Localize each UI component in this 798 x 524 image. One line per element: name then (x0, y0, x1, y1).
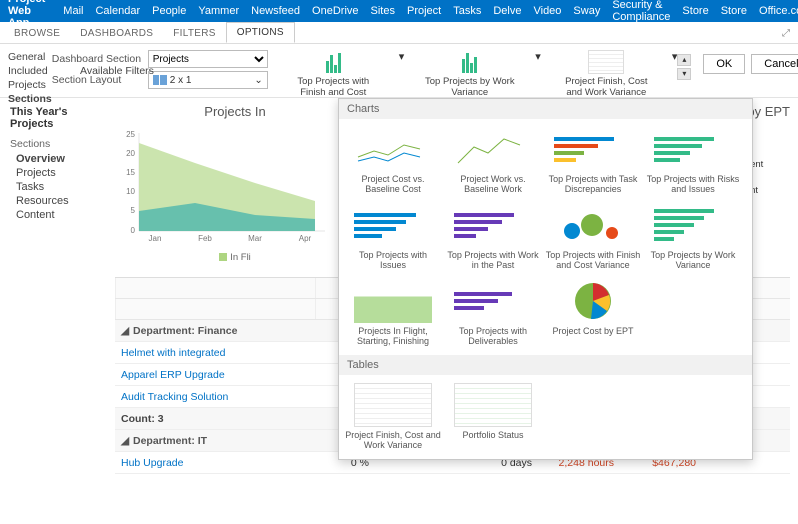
scroll-down-icon[interactable]: ▾ (677, 68, 691, 80)
svg-text:Feb: Feb (198, 234, 212, 243)
nav-project[interactable]: Project (407, 5, 441, 17)
sidebar-item-projects[interactable]: Projects (10, 166, 105, 180)
cancel-button[interactable]: Cancel (751, 54, 798, 74)
ribbon-tabs: BROWSE DASHBOARDS FILTERS OPTIONS ⤢ (0, 22, 798, 44)
nav-delve[interactable]: Delve (493, 5, 521, 17)
gallery-section-charts: Charts (339, 99, 752, 119)
nav-video[interactable]: Video (533, 5, 561, 17)
nav-calendar[interactable]: Calendar (95, 5, 140, 17)
grid-2x1-icon (153, 75, 167, 85)
sidebar: This Year's Projects Sections Overview P… (0, 98, 115, 524)
gallery-chart[interactable]: Top Projects with Deliverables (443, 277, 543, 353)
chart-picker-3[interactable]: Project Finish, Cost and Work Variance (559, 50, 654, 98)
section-layout-value: 2 x 1 (170, 75, 192, 86)
nav-security[interactable]: Security & Compliance (612, 0, 670, 23)
gallery-chart[interactable]: Project Cost by EPT (543, 277, 643, 353)
nav-sites[interactable]: Sites (371, 5, 395, 17)
ribbon-left-included[interactable]: Included Projects (8, 64, 52, 92)
sidebar-subhead: Sections (10, 138, 105, 150)
scroll-up-icon[interactable]: ▴ (677, 54, 691, 66)
content-area: Projects In 25 20 15 10 5 0 Jan Feb Mar (115, 98, 798, 524)
nav-people[interactable]: People (152, 5, 186, 17)
global-nav: Project Web App Mail Calendar People Yam… (0, 0, 798, 22)
chevron-down-icon[interactable]: ▾ (535, 50, 541, 63)
svg-text:5: 5 (131, 206, 136, 215)
svg-text:Apr: Apr (299, 234, 312, 243)
sidebar-item-resources[interactable]: Resources (10, 194, 105, 208)
ribbon-left-nav: General Available Filters Included Proje… (8, 50, 52, 91)
ribbon-left-sections[interactable]: Sections (8, 92, 52, 106)
expand-icon[interactable]: ⤢ (774, 24, 798, 43)
chart-gallery: Charts Project Cost vs. Baseline Cost Pr… (338, 98, 753, 460)
gallery-chart[interactable]: Top Projects by Work Variance (643, 201, 743, 277)
gallery-chart[interactable]: Top Projects with Task Discrepancies (543, 125, 643, 201)
ok-button[interactable]: OK (703, 54, 745, 74)
chart-left-title: Projects In (115, 104, 355, 119)
area-chart: 25 20 15 10 5 0 Jan Feb Mar Apr (115, 123, 335, 243)
ribbon-left-general[interactable]: General (8, 50, 52, 64)
chevron-down-icon[interactable]: ▾ (399, 50, 405, 63)
nav-office[interactable]: Office.com (759, 5, 798, 17)
nav-sway[interactable]: Sway (573, 5, 600, 17)
nav-onedrive[interactable]: OneDrive (312, 5, 358, 17)
nav-store-2[interactable]: Store (721, 5, 747, 17)
svg-text:15: 15 (126, 168, 135, 177)
ribbon-left-filters[interactable]: Available Filters (80, 64, 154, 78)
gallery-chart[interactable]: Projects In Flight, Starting, Finishing (343, 277, 443, 353)
sidebar-heading: This Year's Projects (10, 106, 105, 130)
tab-options[interactable]: OPTIONS (226, 22, 295, 43)
gallery-chart[interactable]: Top Projects with Finish and Cost Varian… (543, 201, 643, 277)
chart-picker-1-label: Top Projects with Finish and Cost (286, 76, 381, 98)
svg-text:20: 20 (126, 149, 135, 158)
svg-text:10: 10 (126, 187, 135, 196)
gallery-chart[interactable]: Top Projects with Risks and Issues (643, 125, 743, 201)
gallery-table[interactable]: Portfolio Status (443, 381, 543, 457)
svg-text:Mar: Mar (248, 234, 262, 243)
gallery-chart[interactable]: Project Cost vs. Baseline Cost (343, 125, 443, 201)
gallery-section-tables: Tables (339, 355, 752, 375)
sidebar-item-tasks[interactable]: Tasks (10, 180, 105, 194)
tab-dashboards[interactable]: DASHBOARDS (70, 24, 163, 43)
legend-in-flight: In Fli (230, 252, 251, 263)
nav-mail[interactable]: Mail (63, 5, 83, 17)
svg-text:0: 0 (131, 226, 136, 235)
svg-text:25: 25 (126, 130, 135, 139)
chart-picker-3-label: Project Finish, Cost and Work Variance (559, 76, 654, 98)
chart-picker-2-label: Top Projects by Work Variance (422, 76, 517, 98)
tab-filters[interactable]: FILTERS (163, 24, 225, 43)
gallery-chart[interactable]: Project Work vs. Baseline Work (443, 125, 543, 201)
chart-picker-2[interactable]: Top Projects by Work Variance (422, 50, 517, 98)
ribbon: General Available Filters Included Proje… (0, 44, 798, 98)
gallery-scroll: ▴ ▾ (677, 54, 691, 80)
nav-tasks[interactable]: Tasks (453, 5, 481, 17)
sidebar-item-overview[interactable]: Overview (10, 152, 105, 166)
chart-picker-1[interactable]: Top Projects with Finish and Cost (286, 50, 381, 98)
section-layout-select[interactable]: 2 x 1 ⌄ (148, 71, 268, 89)
nav-yammer[interactable]: Yammer (198, 5, 239, 17)
nav-store[interactable]: Store (682, 5, 708, 17)
tab-browse[interactable]: BROWSE (4, 24, 70, 43)
chevron-down-icon: ⌄ (254, 75, 262, 86)
gallery-chart[interactable]: Top Projects with Issues (343, 201, 443, 277)
gallery-chart[interactable]: Top Projects with Work in the Past (443, 201, 543, 277)
svg-text:Jan: Jan (149, 234, 162, 243)
sidebar-item-content[interactable]: Content (10, 208, 105, 222)
gallery-table[interactable]: Project Finish, Cost and Work Variance (343, 381, 443, 457)
nav-newsfeed[interactable]: Newsfeed (251, 5, 300, 17)
dashboard-section-select[interactable]: Projects (148, 50, 268, 68)
